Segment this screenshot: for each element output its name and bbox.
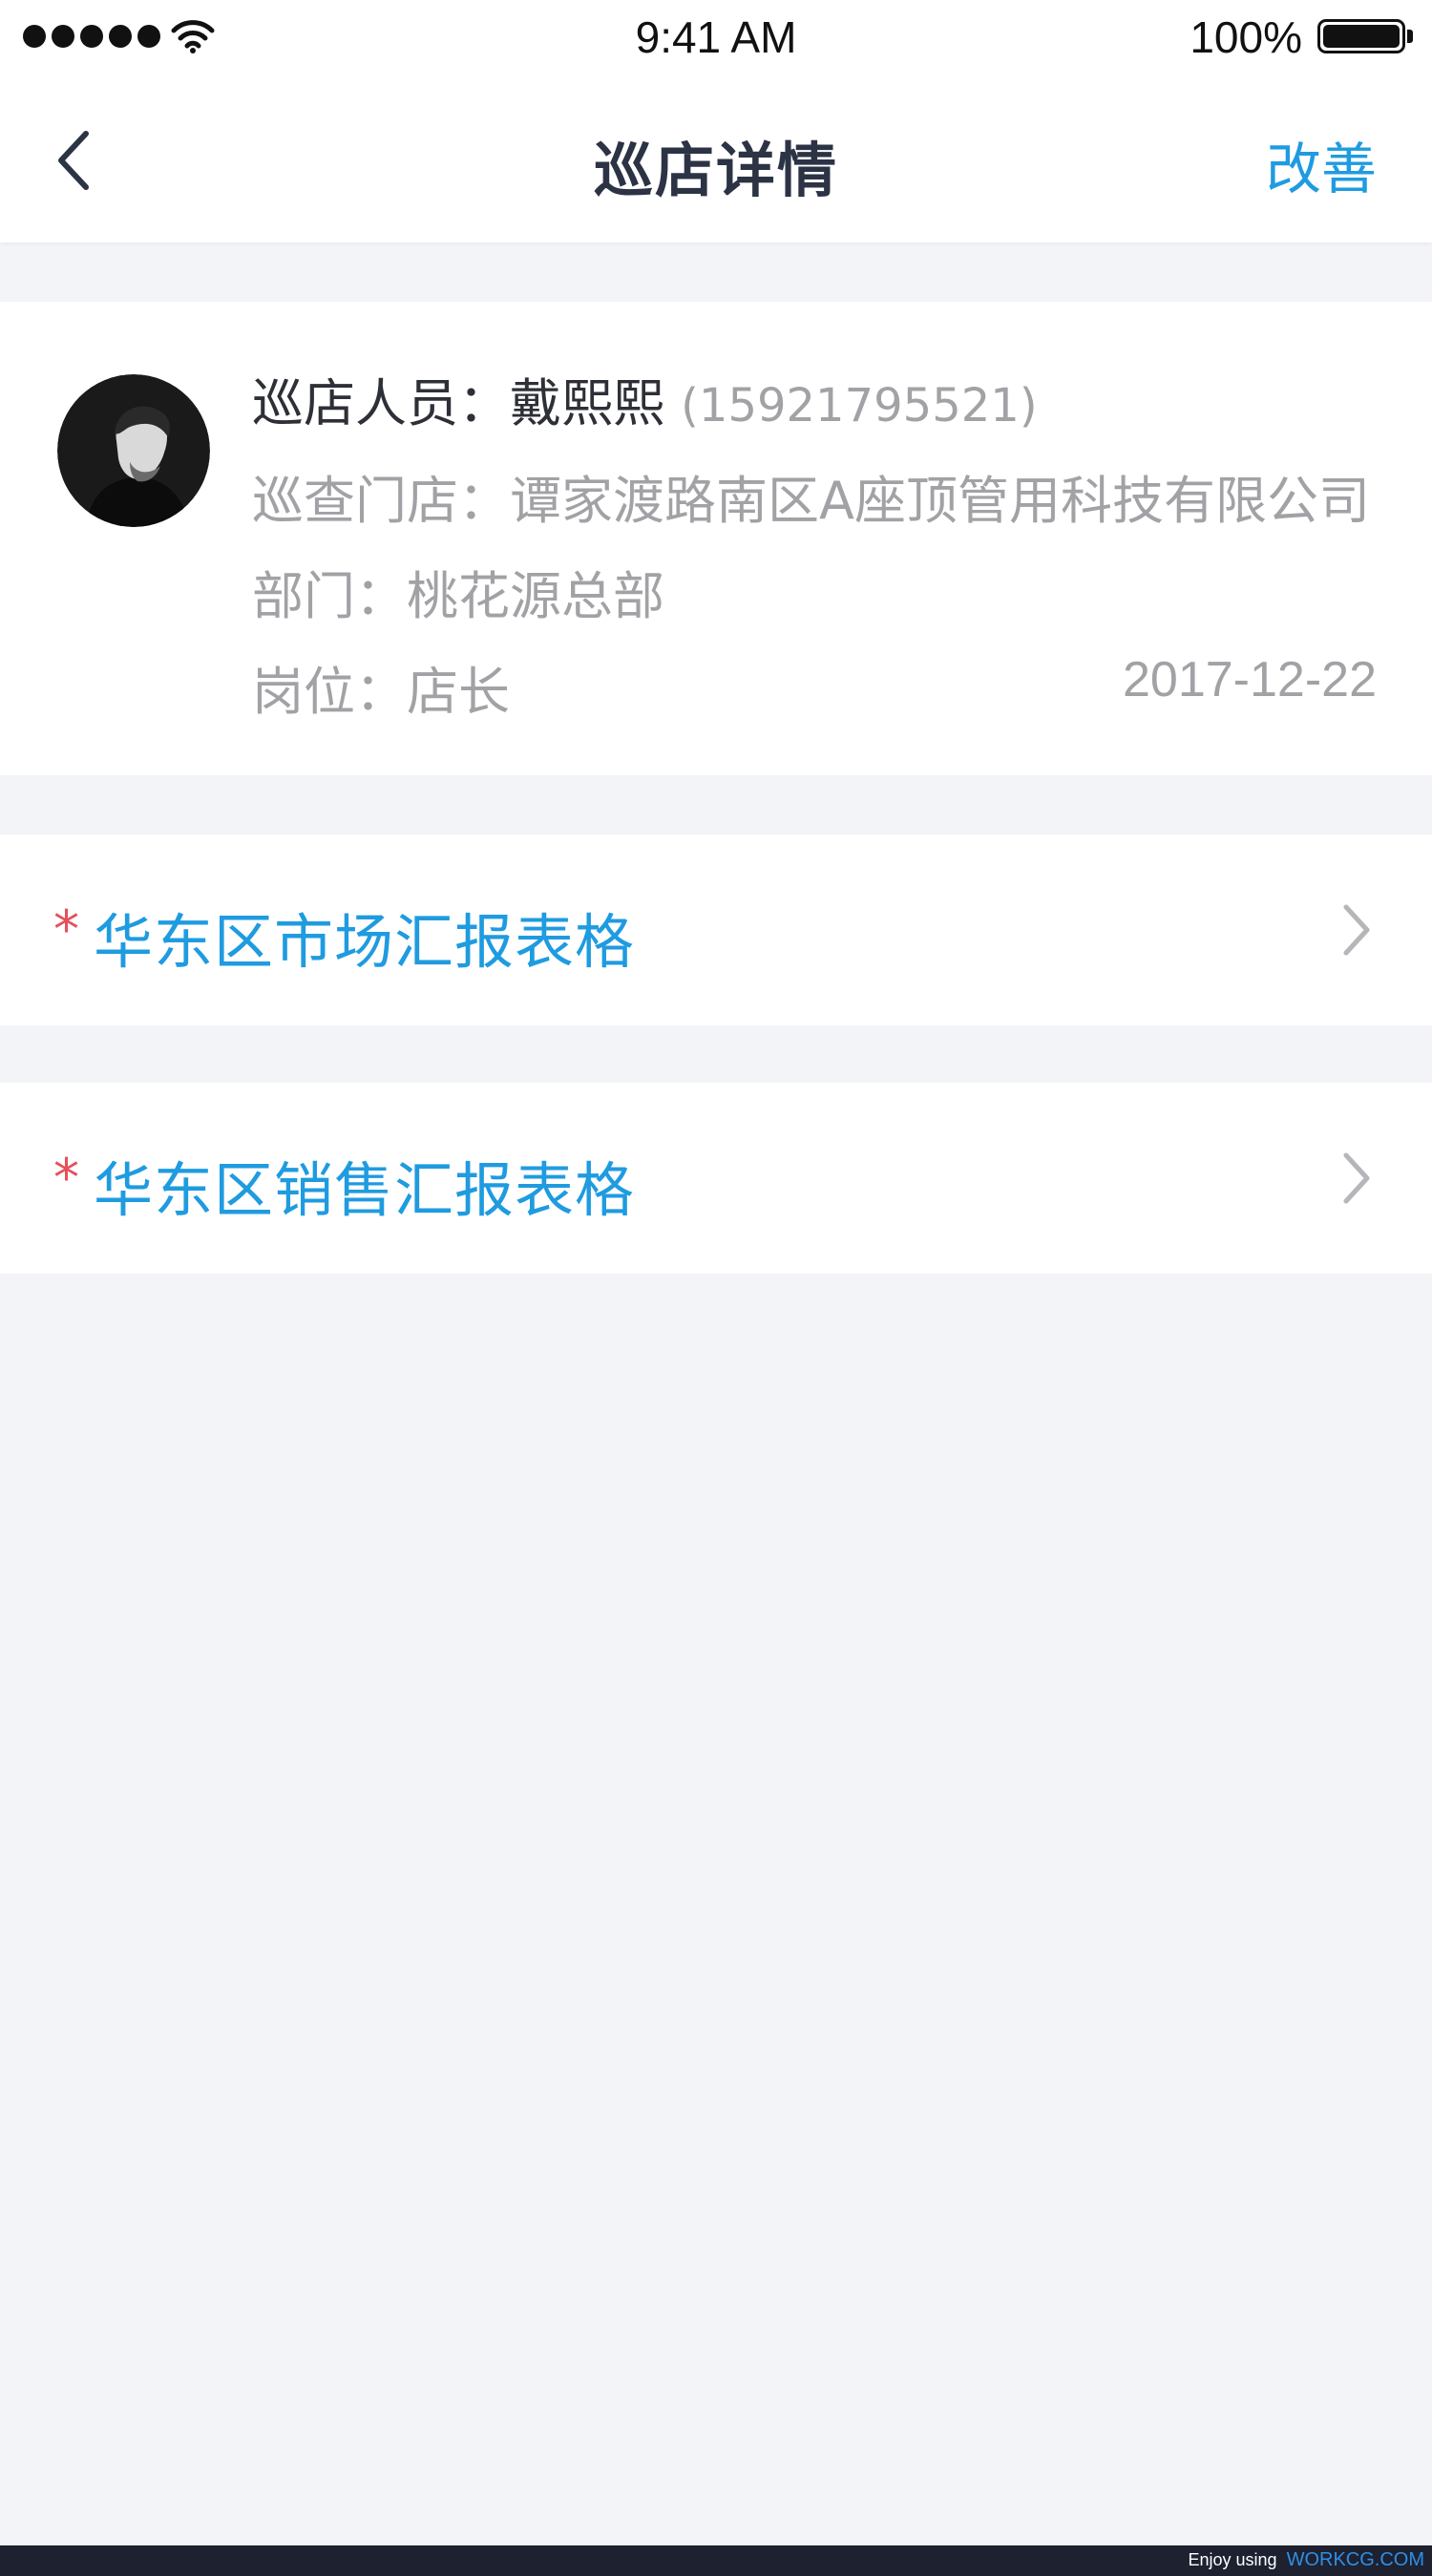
report-row-market[interactable]: * 华东区市场汇报表格 xyxy=(0,834,1432,1025)
avatar xyxy=(57,374,210,527)
report-label-sales: 华东区销售汇报表格 xyxy=(94,1155,636,1225)
department-name: 桃花源总部 xyxy=(407,566,664,626)
position-line: 岗位：店长 xyxy=(252,649,510,725)
inspector-name: 戴熙熙 xyxy=(510,373,664,433)
inspection-date: 2017-12-22 xyxy=(1123,652,1377,707)
department-label: 部门： xyxy=(252,566,407,626)
inspector-label: 巡店人员： xyxy=(252,373,510,433)
watermark-brand: WORKCG.COM xyxy=(1286,2549,1424,2570)
inspection-info-card: 巡店人员：戴熙熙 (15921795521) 巡查门店：谭家渡路南区A座顶管用科… xyxy=(0,302,1432,775)
improve-button[interactable]: 改善 xyxy=(1266,124,1377,204)
report-row-sales[interactable]: * 华东区销售汇报表格 xyxy=(0,1083,1432,1274)
battery-icon xyxy=(1317,19,1405,53)
required-asterisk: * xyxy=(53,899,79,960)
watermark-bar: Enjoy using WORKCG.COM xyxy=(0,2545,1432,2576)
watermark-text: Enjoy using WORKCG.COM xyxy=(1188,2549,1424,2571)
store-line: 巡查门店：谭家渡路南区A座顶管用科技有限公司 xyxy=(252,458,1370,534)
watermark-prefix: Enjoy using xyxy=(1188,2550,1277,2569)
navigation-bar: 巡店详情 改善 xyxy=(0,80,1432,243)
page-title: 巡店详情 xyxy=(593,136,838,205)
required-asterisk: * xyxy=(53,1148,79,1208)
status-bar: 9:41 AM 100% xyxy=(0,0,1432,80)
chevron-right-icon xyxy=(1343,904,1370,956)
inspector-phone: (15921795521) xyxy=(681,379,1038,433)
battery-percentage: 100% xyxy=(1190,12,1302,62)
chevron-right-icon xyxy=(1343,1152,1370,1204)
store-name: 谭家渡路南区A座顶管用科技有限公司 xyxy=(510,471,1370,531)
position-label: 岗位： xyxy=(252,662,407,722)
inspector-line: 巡店人员：戴熙熙 (15921795521) xyxy=(252,361,1038,436)
store-label: 巡查门店： xyxy=(252,471,510,531)
department-line: 部门：桃花源总部 xyxy=(252,554,664,629)
report-label-market: 华东区市场汇报表格 xyxy=(94,907,636,977)
position-name: 店长 xyxy=(407,662,510,722)
battery-tip xyxy=(1407,30,1413,43)
